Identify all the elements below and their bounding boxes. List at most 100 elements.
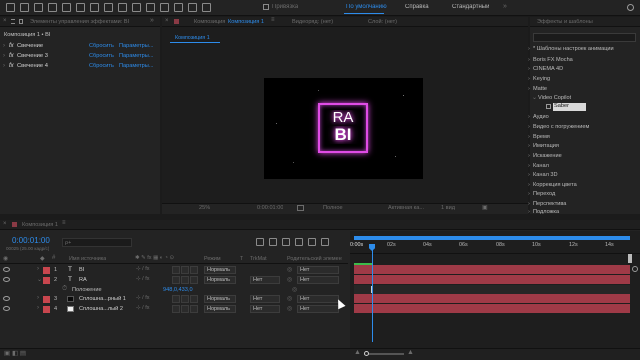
preset-category-item[interactable]: Переход: [528, 191, 555, 197]
effect-reset-link[interactable]: Сбросить: [89, 63, 114, 69]
layer-duration-bar[interactable]: [354, 275, 630, 284]
preset-category-item[interactable]: Аудио: [528, 114, 549, 120]
mask-tool-icon[interactable]: [104, 3, 113, 12]
preset-category-item[interactable]: Время: [528, 134, 550, 140]
layer-name[interactable]: Сплошна...лый 2: [79, 306, 123, 312]
layer-mode-dropdown[interactable]: Нормаль: [204, 266, 236, 274]
layer-mode-dropdown[interactable]: Нормаль: [204, 305, 236, 313]
motion-blur-icon[interactable]: [308, 238, 316, 246]
label-color-chip[interactable]: [43, 267, 50, 274]
hand-tool-icon[interactable]: [34, 3, 43, 12]
layer-parent-dropdown[interactable]: Нет: [297, 305, 339, 313]
layer-parent-dropdown[interactable]: Нет: [297, 276, 339, 284]
layer-mode-dropdown[interactable]: Нормаль: [204, 295, 236, 303]
eye-icon[interactable]: [3, 296, 10, 301]
close-icon[interactable]: ×: [3, 221, 7, 227]
preset-category-item[interactable]: Подложка: [528, 209, 559, 215]
label-color-chip[interactable]: [43, 277, 50, 284]
column-mode[interactable]: Режим: [204, 256, 221, 262]
type-tool-icon[interactable]: [132, 3, 141, 12]
layer-trkmat-dropdown[interactable]: Нет: [250, 305, 280, 313]
effect-params-link[interactable]: Параметры...: [119, 63, 153, 69]
expand-arrow-icon[interactable]: ⌄: [37, 276, 42, 283]
workspace-default[interactable]: По умолчанию: [346, 4, 387, 10]
preset-category-item[interactable]: * Шаблоны настроек анимации: [528, 46, 614, 52]
switch-box[interactable]: [172, 305, 180, 313]
quality-dropdown[interactable]: Полное: [323, 205, 343, 211]
timeline-zoom-slider[interactable]: [364, 353, 404, 355]
preset-category-item[interactable]: Перспектива: [528, 201, 566, 207]
switch-box[interactable]: [190, 266, 198, 274]
composition-menu-icon[interactable]: ≡: [271, 17, 275, 23]
effect-params-link[interactable]: Параметры...: [119, 43, 153, 49]
tab-composition[interactable]: Композиция: [194, 19, 225, 25]
preset-category-item[interactable]: Канал 3D: [528, 172, 557, 178]
switch-box[interactable]: [181, 276, 189, 284]
column-parent[interactable]: Родительский элемент ...: [287, 256, 342, 262]
expand-arrow-icon[interactable]: ›: [37, 305, 39, 311]
preset-category-item[interactable]: Коррекция цвета: [528, 182, 577, 188]
preset-category-item[interactable]: Matte: [528, 86, 547, 92]
workspaces-more-icon[interactable]: »: [503, 3, 507, 10]
parent-pickwhip-icon[interactable]: ◎: [287, 266, 292, 273]
workspace-standard[interactable]: Стандартный: [452, 4, 489, 10]
puppet-tool-icon[interactable]: [202, 3, 211, 12]
effect-controls-tab[interactable]: × Элементы управления эффектами: BI »: [0, 17, 160, 27]
switch-box[interactable]: [190, 305, 198, 313]
effect-reset-link[interactable]: Сбросить: [89, 43, 114, 49]
panel-menu-icon[interactable]: [11, 19, 15, 24]
parent-pickwhip-icon[interactable]: ◎: [287, 276, 292, 283]
zoom-out-icon[interactable]: ▲: [354, 349, 361, 356]
switch-box[interactable]: [172, 295, 180, 303]
expand-arrow-icon[interactable]: ›: [3, 53, 5, 59]
layer-row[interactable]: ⌄ 2 T RA ⊹ / fx Нормаль Нет ◎ Нет: [0, 275, 348, 285]
parent-pickwhip-icon[interactable]: ◎: [287, 295, 292, 302]
rotate-tool-icon[interactable]: [62, 3, 71, 12]
eye-icon[interactable]: [3, 267, 10, 272]
shy-layers-icon[interactable]: [282, 238, 290, 246]
switch-box[interactable]: [181, 295, 189, 303]
roto-brush-tool-icon[interactable]: [188, 3, 197, 12]
layer-mode-dropdown[interactable]: Нормаль: [204, 276, 236, 284]
preset-category-item[interactable]: Искажение: [528, 153, 562, 159]
snapshot-icon[interactable]: [297, 205, 304, 211]
lock-icon[interactable]: [19, 19, 23, 24]
chevron-down-icon[interactable]: ⌄: [532, 94, 537, 101]
switch-box[interactable]: [190, 295, 198, 303]
preset-category-item[interactable]: Keying: [528, 76, 550, 82]
tab-layer[interactable]: Слой: (нет): [368, 19, 397, 25]
effects-presets-title[interactable]: Эффекты и шаблоны: [537, 19, 593, 25]
viewer-timecode[interactable]: 0:00:01:00: [257, 205, 283, 211]
composition-subtab[interactable]: Композиция 1: [170, 33, 220, 43]
panel-overflow-icon[interactable]: »: [150, 17, 154, 24]
zoom-in-icon[interactable]: ▲: [407, 349, 414, 356]
timeline-timecode[interactable]: 0:00:01:00: [12, 236, 50, 245]
switch-box[interactable]: [172, 276, 180, 284]
preset-category-item[interactable]: CINEMA 4D: [528, 66, 563, 72]
clone-stamp-tool-icon[interactable]: [160, 3, 169, 12]
parent-pickwhip-icon[interactable]: ◎: [287, 305, 292, 312]
expand-arrow-icon[interactable]: ›: [37, 295, 39, 301]
effect-row-0[interactable]: › fx Свечение Сбросить Параметры...: [0, 43, 160, 52]
camera-dropdown[interactable]: Активная ка...: [388, 205, 424, 211]
expand-arrow-icon[interactable]: ›: [3, 63, 5, 69]
switch-box[interactable]: [172, 266, 180, 274]
layer-switches[interactable]: ⊹ / fx: [136, 305, 149, 311]
fx-icon[interactable]: fx: [9, 63, 14, 69]
preset-category-item[interactable]: Имитация: [528, 143, 559, 149]
draft-3d-icon[interactable]: [269, 238, 277, 246]
layer-name[interactable]: RA: [79, 277, 87, 283]
selection-tool-icon[interactable]: [20, 3, 29, 12]
layer-duration-bar[interactable]: [354, 294, 630, 303]
views-dropdown[interactable]: 1 вид: [441, 205, 455, 211]
layer-row[interactable]: › 4 Сплошна...лый 2 ⊹ / fx Нормаль Нет ◎…: [0, 304, 348, 314]
switch-box[interactable]: [181, 305, 189, 313]
workspace-learn[interactable]: Справка: [405, 4, 429, 10]
brush-tool-icon[interactable]: [146, 3, 155, 12]
timeline-search-input[interactable]: ρ+: [62, 238, 132, 247]
effects-search-field[interactable]: [533, 33, 636, 42]
column-trkmat[interactable]: TrkMat: [250, 256, 267, 262]
fx-icon[interactable]: fx: [9, 53, 14, 59]
layer-name[interactable]: BI: [79, 267, 84, 273]
expand-arrow-icon[interactable]: ›: [37, 266, 39, 272]
